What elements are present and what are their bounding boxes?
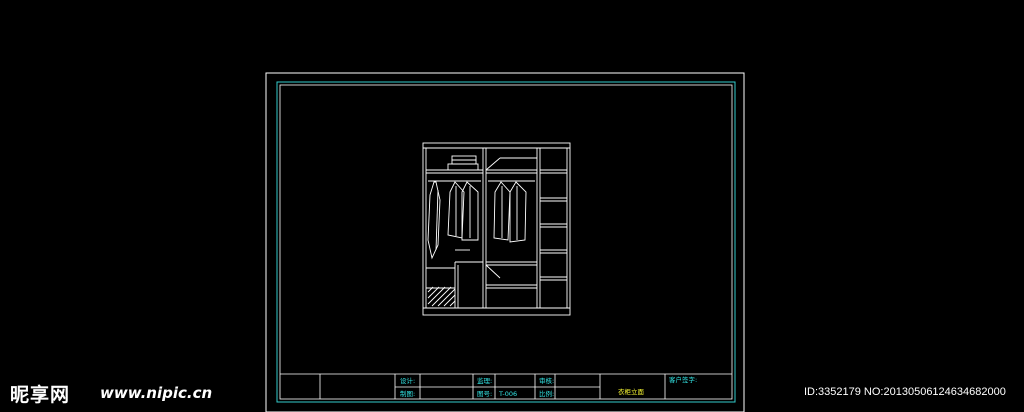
drawing-no-label: 图号: (477, 390, 492, 398)
inner-border-white (279, 84, 733, 400)
drawing-name: 衣柜立面 (618, 387, 645, 396)
inner-border-cyan (276, 81, 736, 403)
cad-drawing-canvas[interactable]: 设计: 监理: 审核: 客户签字: 制图: 图号: T-006 比例: 衣柜立面 (0, 0, 1024, 412)
design-label: 设计: (400, 376, 415, 385)
draw-label: 制图: (400, 389, 415, 398)
watermark-logo: 昵享网 (10, 384, 71, 406)
wardrobe-elevation (422, 142, 571, 316)
scale-label: 比例: (539, 389, 554, 398)
outer-sheet-frame (265, 72, 745, 412)
checker-label: 监理: (477, 376, 492, 385)
watermark-url[interactable]: www.nipic.cn (100, 384, 212, 402)
client-sign-label: 客户签字: (669, 375, 697, 384)
reviewer-label: 审核: (539, 376, 554, 385)
drawing-no-value: T-006 (498, 390, 517, 398)
watermark-id: ID:3352179 NO:20130506124634682000 (804, 386, 1006, 398)
